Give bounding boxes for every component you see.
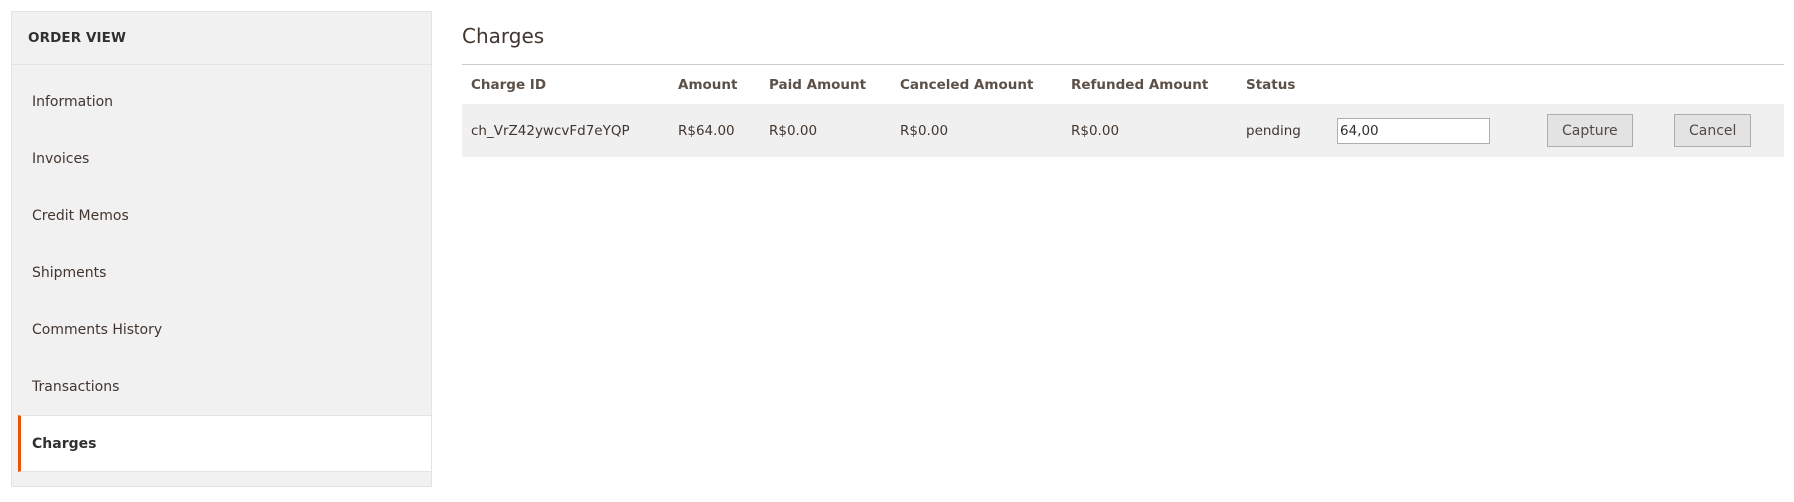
capture-button[interactable]: Capture: [1547, 114, 1633, 147]
refunded-amount-cell: R$0.00: [1062, 104, 1237, 157]
column-header-canceled-amount: Canceled Amount: [900, 76, 1034, 93]
sidebar-title: ORDER VIEW: [12, 12, 431, 65]
capture-amount-input[interactable]: [1337, 117, 1490, 144]
status-cell: pending: [1237, 104, 1328, 157]
sidebar-item-label: Shipments: [32, 264, 107, 281]
sidebar-item-comments-history[interactable]: Comments History: [12, 301, 431, 358]
cancel-cell: Cancel: [1665, 104, 1784, 157]
paid-amount-cell: R$0.00: [760, 104, 891, 157]
sidebar-item-charges[interactable]: Charges: [18, 415, 431, 472]
page-title: Charges: [462, 0, 1784, 65]
sidebar-item-label: Comments History: [32, 321, 163, 338]
capture-cell: Capture: [1538, 104, 1665, 157]
table-row: ch_VrZ42ywcvFd7eYQP R$64.00 R$0.00 R$0.0…: [462, 104, 1784, 157]
column-header-capture: [1538, 65, 1665, 104]
order-view-sidebar: ORDER VIEW Information Invoices Credit M…: [11, 11, 432, 487]
sidebar-item-shipments[interactable]: Shipments: [12, 244, 431, 301]
sidebar-item-label: Information: [32, 93, 114, 110]
column-header-refunded-amount: Refunded Amount: [1071, 76, 1209, 93]
sidebar-item-label: Transactions: [32, 378, 120, 395]
sidebar-item-label: Invoices: [32, 150, 90, 167]
amount-cell: R$64.00: [669, 104, 760, 157]
main-content: Charges Charge ID Amount Paid Amount Can…: [462, 0, 1784, 157]
sidebar-item-invoices[interactable]: Invoices: [12, 130, 431, 187]
charges-table: Charge ID Amount Paid Amount Canceled Am…: [462, 65, 1784, 157]
sidebar-item-credit-memos[interactable]: Credit Memos: [12, 187, 431, 244]
amount-input-cell: [1328, 104, 1538, 157]
column-header-paid-amount: Paid Amount: [769, 76, 867, 93]
canceled-amount-cell: R$0.00: [891, 104, 1062, 157]
column-header-amount-input: [1328, 65, 1538, 104]
sidebar-item-information[interactable]: Information: [12, 73, 431, 130]
charge-id-cell: ch_VrZ42ywcvFd7eYQP: [462, 104, 669, 157]
column-header-status: Status: [1246, 76, 1296, 93]
sidebar-item-label: Charges: [32, 435, 97, 452]
table-header-row: Charge ID Amount Paid Amount Canceled Am…: [462, 65, 1784, 104]
column-header-cancel: [1665, 65, 1784, 104]
sidebar-item-transactions[interactable]: Transactions: [12, 358, 431, 415]
column-header-charge-id: Charge ID: [471, 76, 547, 93]
cancel-button[interactable]: Cancel: [1674, 114, 1752, 147]
column-header-amount: Amount: [678, 76, 738, 93]
sidebar-item-label: Credit Memos: [32, 207, 129, 224]
